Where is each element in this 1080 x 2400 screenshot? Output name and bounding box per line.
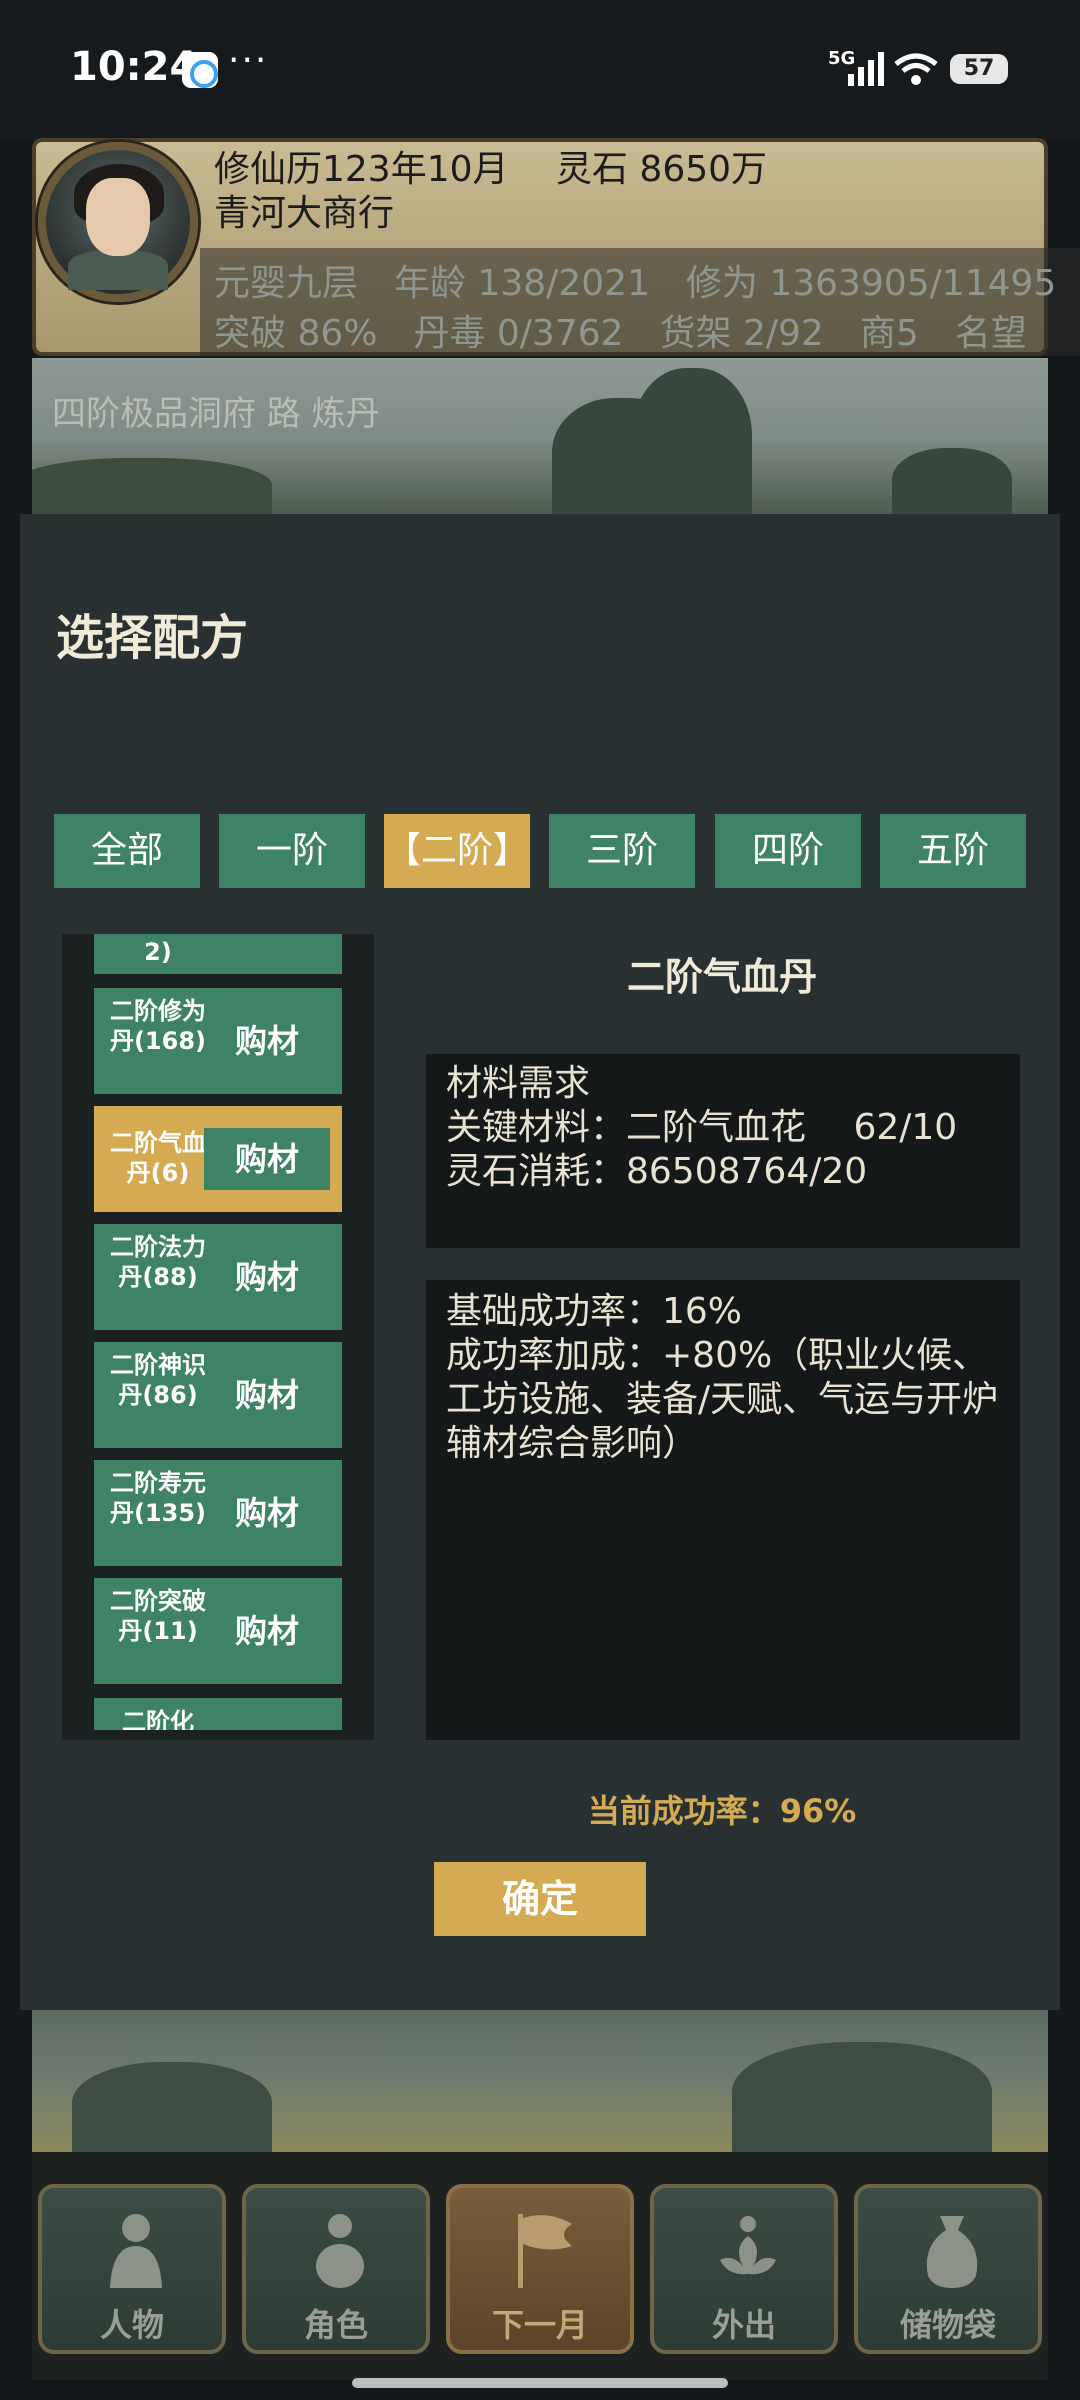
list-item-partial-bottom[interactable]: 二阶化 bbox=[94, 1698, 342, 1730]
signal-bars-icon bbox=[848, 52, 884, 86]
dialog-title: 选择配方 bbox=[56, 610, 249, 666]
nav-storage-bag-button[interactable]: 储物袋 bbox=[854, 2184, 1042, 2354]
tab-tier-2[interactable]: 【二阶】 bbox=[384, 814, 530, 888]
location-label: 四阶极品洞府 路 炼丹 bbox=[52, 394, 380, 434]
battery-indicator: 57 bbox=[950, 54, 1008, 84]
recipe-name: 二阶法力丹(88) bbox=[110, 1233, 206, 1291]
recipe-item[interactable]: 二阶法力丹(88) 购材 bbox=[94, 1224, 342, 1330]
buy-materials-button[interactable]: 购材 bbox=[204, 1600, 330, 1662]
background-scene-bottom bbox=[32, 2010, 1048, 2152]
nav-role-button[interactable]: 角色 bbox=[242, 2184, 430, 2354]
materials-header: 材料需求 bbox=[446, 1063, 591, 1104]
lotus-icon bbox=[720, 2216, 776, 2275]
tab-tier-1[interactable]: 一阶 bbox=[219, 814, 365, 888]
spirit-stone-count: 灵石 8650万 bbox=[555, 149, 768, 190]
player-stats: 元婴九层 年龄 138/2021 修为 1363905/11495 突破 86%… bbox=[200, 248, 1080, 356]
clock: 10:24 bbox=[70, 44, 198, 90]
stats-row-breakthrough: 突破 86% 丹毒 0/3762 货架 2/92 商5 名望 bbox=[214, 313, 1027, 354]
confirm-button[interactable]: 确定 bbox=[434, 1862, 646, 1936]
nav-label: 外出 bbox=[711, 2306, 776, 2344]
bag-icon bbox=[926, 2216, 978, 2288]
success-rate-box: 基础成功率：16% 成功率加成：+80%（职业火候、工坊设施、装备/天赋、气运与… bbox=[426, 1280, 1020, 1740]
key-material: 关键材料：二阶气血花 62/10 bbox=[446, 1107, 958, 1148]
success-rate-bonus: 成功率加成：+80%（职业火候、工坊设施、装备/天赋、气运与开炉辅材综合影响） bbox=[446, 1335, 999, 1464]
recipe-item[interactable]: 二阶寿元丹(135) 购材 bbox=[94, 1460, 342, 1566]
recipe-list[interactable]: 2) 二阶修为丹(168) 购材 二阶气血丹(6) 购材 二阶法力丹(88) 购… bbox=[62, 934, 374, 1740]
nav-label: 角色 bbox=[303, 2306, 368, 2344]
recipe-name: 二阶寿元丹(135) bbox=[109, 1469, 207, 1527]
recipe-name: 二阶突破丹(11) bbox=[110, 1587, 206, 1645]
list-item-partial-top[interactable]: 2) bbox=[94, 934, 342, 974]
person-icon bbox=[110, 2214, 162, 2288]
materials-box: 材料需求 关键材料：二阶气血花 62/10 灵石消耗：86508764/20 bbox=[426, 1054, 1020, 1248]
nav-person-button[interactable]: 人物 bbox=[38, 2184, 226, 2354]
recipe-item[interactable]: 二阶修为丹(168) 购材 bbox=[94, 988, 342, 1094]
nav-label: 下一月 bbox=[491, 2306, 588, 2344]
character-portrait-icon[interactable] bbox=[38, 142, 198, 302]
nav-go-out-button[interactable]: 外出 bbox=[650, 2184, 838, 2354]
tab-tier-4[interactable]: 四阶 bbox=[715, 814, 861, 888]
stats-row-cultivation: 元婴九层 年龄 138/2021 修为 1363905/11495 bbox=[214, 263, 1057, 304]
recipe-name: 二阶气血丹(6) bbox=[110, 1129, 206, 1187]
recipe-name: 二阶修为丹(168) bbox=[109, 997, 207, 1055]
recipe-item-selected[interactable]: 二阶气血丹(6) 购材 bbox=[94, 1106, 342, 1212]
current-success-rate: 当前成功率：96% bbox=[587, 1792, 857, 1830]
background-scene-top bbox=[32, 358, 1048, 518]
wifi-icon bbox=[894, 53, 938, 85]
tab-tier-3[interactable]: 三阶 bbox=[549, 814, 695, 888]
gourd-icon bbox=[316, 2214, 364, 2288]
buy-materials-button[interactable]: 购材 bbox=[204, 1128, 330, 1190]
more-notifications-icon: ··· bbox=[228, 40, 269, 81]
tab-tier-5[interactable]: 五阶 bbox=[880, 814, 1026, 888]
chat-bubble-icon bbox=[182, 52, 218, 88]
home-indicator[interactable] bbox=[352, 2378, 728, 2388]
recipe-name: 二阶神识丹(86) bbox=[110, 1351, 206, 1409]
nav-label: 储物袋 bbox=[899, 2306, 996, 2344]
tab-all[interactable]: 全部 bbox=[54, 814, 200, 888]
recipe-detail-title: 二阶气血丹 bbox=[626, 955, 817, 999]
buy-materials-button[interactable]: 购材 bbox=[204, 1364, 330, 1426]
buy-materials-button[interactable]: 购材 bbox=[204, 1482, 330, 1544]
buy-materials-button[interactable]: 购材 bbox=[204, 1246, 330, 1308]
recipe-item[interactable]: 二阶突破丹(11) 购材 bbox=[94, 1578, 342, 1684]
base-success-rate: 基础成功率：16% bbox=[446, 1291, 743, 1332]
recipe-item[interactable]: 二阶神识丹(86) 购材 bbox=[94, 1342, 342, 1448]
stone-cost: 灵石消耗：86508764/20 bbox=[446, 1151, 868, 1192]
buy-materials-button[interactable]: 购材 bbox=[204, 1010, 330, 1072]
nav-label: 人物 bbox=[99, 2306, 164, 2344]
status-bar: 10:24 ··· 5G 57 bbox=[0, 0, 1080, 140]
flag-icon bbox=[518, 2214, 572, 2288]
nav-next-month-button[interactable]: 下一月 bbox=[446, 2184, 634, 2354]
shop-name: 青河大商行 bbox=[214, 193, 395, 234]
